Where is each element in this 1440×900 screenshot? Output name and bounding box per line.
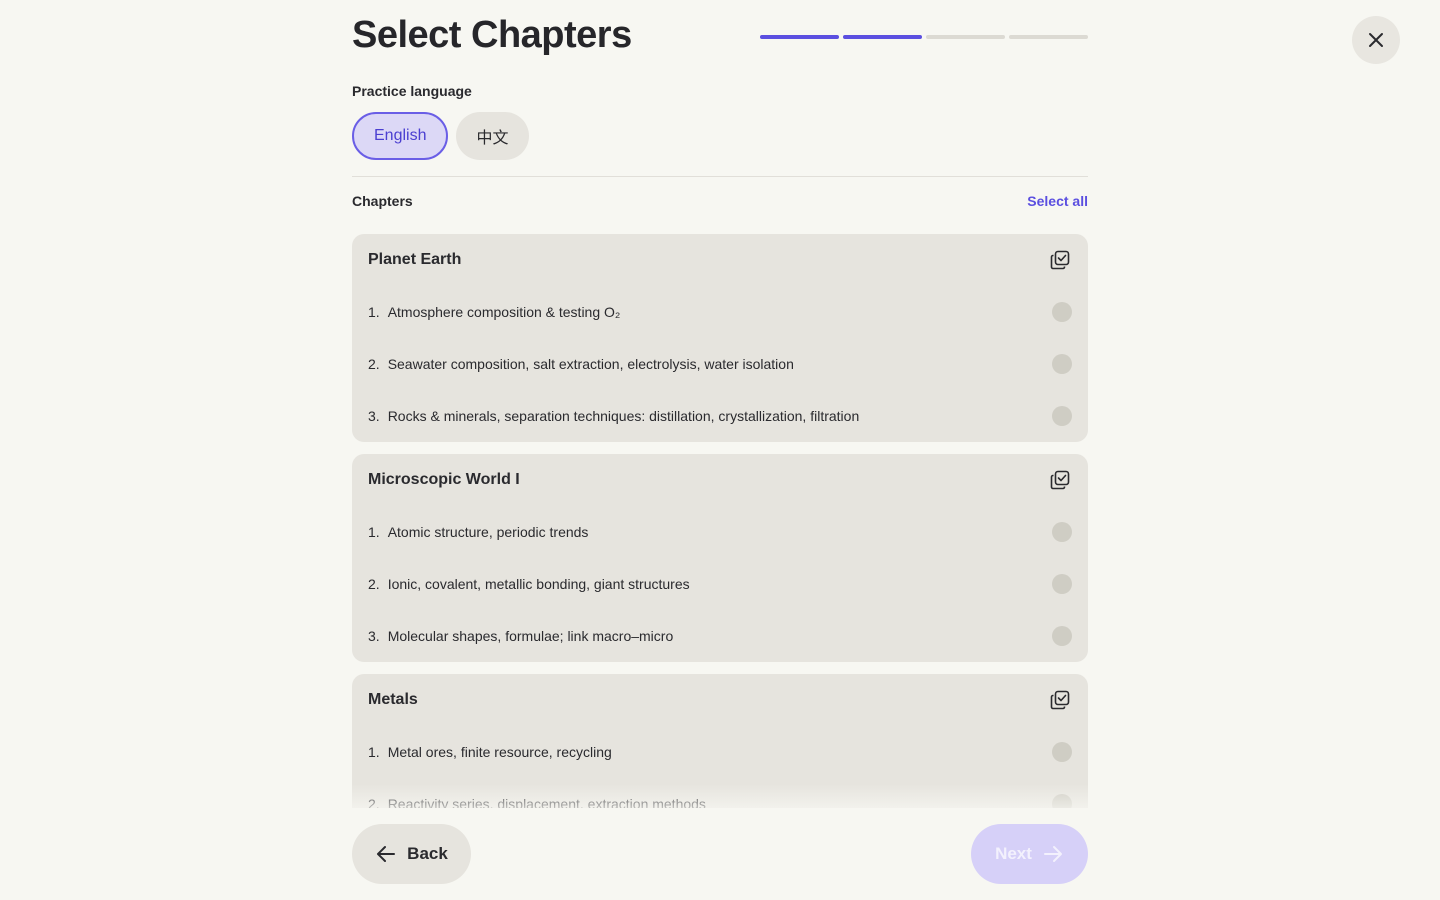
chapter-section: Metals 1. Metal ores, finite resource, rec… [352,674,1088,808]
section-title: Metals [368,691,418,708]
chapter-item-text: 1. Metal ores, finite resource, recycling [368,744,612,760]
chapter-item-number: 1. [368,304,380,320]
chapter-list[interactable]: Planet Earth 1. Atmosphere composition & t… [352,234,1088,808]
chapter-item-number: 2. [368,796,380,808]
chapter-radio[interactable] [1052,302,1072,322]
select-all-link[interactable]: Select all [1027,193,1088,209]
chapter-item-label: Metal ores, finite resource, recycling [387,744,612,760]
chapter-item-number: 1. [368,744,380,760]
select-section-icon[interactable] [1048,248,1072,272]
next-label: Next [995,844,1032,863]
chapter-item-text: 2. Ionic, covalent, metallic bonding, gia… [368,576,690,592]
chapter-item[interactable]: 2. Ionic, covalent, metallic bonding, gia… [368,558,1072,610]
language-option[interactable]: 中文 [456,112,529,160]
chapter-item-label: Reactivity series, displacement, extract… [387,796,706,808]
progress-segment [1009,35,1088,39]
chapter-item-text: 2. Reactivity series, displacement, extra… [368,796,706,808]
chapter-item-number: 2. [368,576,380,592]
practice-language-label: Practice language [352,83,472,99]
chapter-item-label: Rocks & minerals, separation techniques:… [387,408,860,424]
progress-segment [926,35,1005,39]
chapter-item[interactable]: 1. Atomic structure, periodic trends [368,506,1072,558]
section-title: Microscopic World I [368,471,520,488]
chapter-radio[interactable] [1052,574,1072,594]
chapter-item[interactable]: 1. Metal ores, finite resource, recycling [368,726,1072,778]
next-button[interactable]: Next [971,824,1088,884]
chapter-item-number: 3. [368,408,380,424]
chapter-item[interactable]: 1. Atmosphere composition & testing O₂ [368,286,1072,338]
select-section-icon[interactable] [1048,468,1072,492]
chapter-radio[interactable] [1052,742,1072,762]
chapter-item-number: 1. [368,524,380,540]
language-option[interactable]: English [352,112,449,160]
chapter-item-label: Atmosphere composition & testing O₂ [387,304,621,320]
back-button[interactable]: Back [352,824,471,884]
chapter-selection-page: Select Chapters Practice language Englis… [0,0,1440,900]
chapters-label: Chapters [352,193,413,209]
chapter-item-label: Atomic structure, periodic trends [387,524,589,540]
chapter-radio[interactable] [1052,354,1072,374]
chapter-item-text: 3. Rocks & minerals, separation technique… [368,408,859,424]
chapter-item-text: 1. Atmosphere composition & testing O₂ [368,304,620,320]
page-title: Select Chapters [352,14,632,56]
section-header: Planet Earth [368,234,1072,286]
divider [352,176,1088,177]
chapter-section: Microscopic World I 1. Atomic structure, p… [352,454,1088,662]
chapter-item-number: 2. [368,356,380,372]
arrow-left-icon [377,846,396,862]
section-header: Metals [368,674,1072,726]
close-button[interactable] [1352,16,1400,64]
chapter-item-number: 3. [368,628,380,644]
section-title: Planet Earth [368,251,462,268]
section-header: Microscopic World I [368,454,1072,506]
chapter-item-label: Ionic, covalent, metallic bonding, giant… [387,576,690,592]
chapter-item-text: 3. Molecular shapes, formulae; link macro… [368,628,673,644]
arrow-right-icon [1043,846,1062,862]
step-progress [760,35,1088,39]
chapter-item[interactable]: 2. Reactivity series, displacement, extra… [368,778,1072,808]
progress-segment [843,35,922,39]
chapter-item-text: 1. Atomic structure, periodic trends [368,524,588,540]
chapter-item[interactable]: 3. Rocks & minerals, separation technique… [368,390,1072,442]
chapter-radio[interactable] [1052,794,1072,808]
chapter-radio[interactable] [1052,522,1072,542]
chapter-item-label: Molecular shapes, formulae; link macro–m… [387,628,674,644]
back-label: Back [407,844,448,863]
chapter-section: Planet Earth 1. Atmosphere composition & t… [352,234,1088,442]
chapter-radio[interactable] [1052,626,1072,646]
chapter-item-text: 2. Seawater composition, salt extraction,… [368,356,794,372]
close-icon [1369,33,1383,47]
chapter-item-label: Seawater composition, salt extraction, e… [387,356,794,372]
chapter-radio[interactable] [1052,406,1072,426]
language-options: English 中文 [352,112,529,160]
progress-segment [760,35,839,39]
chapter-item[interactable]: 2. Seawater composition, salt extraction,… [368,338,1072,390]
select-section-icon[interactable] [1048,688,1072,712]
chapter-item[interactable]: 3. Molecular shapes, formulae; link macro… [368,610,1072,662]
